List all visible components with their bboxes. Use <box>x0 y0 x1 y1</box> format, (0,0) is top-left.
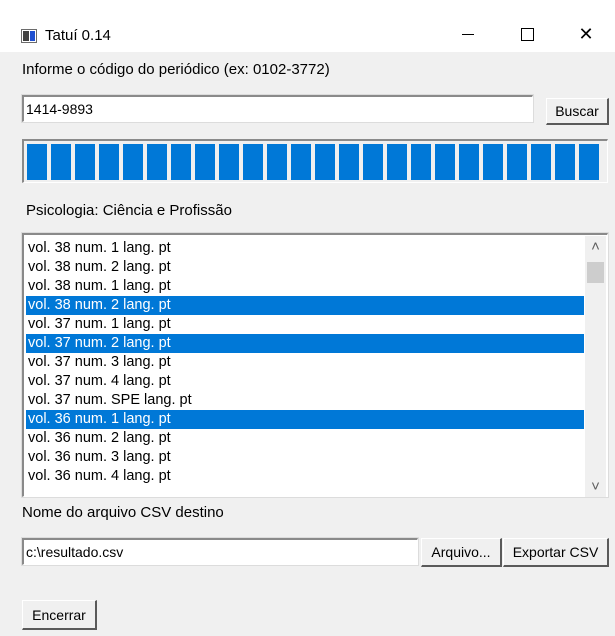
progress-segment <box>267 144 287 180</box>
csv-file-input[interactable]: c:\resultado.csv <box>22 538 418 565</box>
progress-segment <box>579 144 599 180</box>
minimize-icon <box>462 33 474 35</box>
progress-segment <box>243 144 263 180</box>
progress-segment <box>387 144 407 180</box>
maximize-button[interactable] <box>504 16 550 52</box>
progress-segment <box>195 144 215 180</box>
progress-segment <box>27 144 47 180</box>
progress-segment <box>75 144 95 180</box>
app-icon <box>21 29 37 43</box>
maximize-icon <box>520 27 534 41</box>
progress-segment <box>123 144 143 180</box>
progress-segment <box>291 144 311 180</box>
list-item[interactable]: vol. 37 num. 2 lang. pt <box>26 334 584 353</box>
minimize-button[interactable] <box>445 16 491 52</box>
progress-segment <box>411 144 431 180</box>
progress-segment <box>99 144 119 180</box>
progress-segment <box>363 144 383 180</box>
progress-segment <box>171 144 191 180</box>
scroll-up-button[interactable]: ˄ <box>585 238 606 255</box>
list-item[interactable]: vol. 37 num. SPE lang. pt <box>26 391 584 410</box>
list-item[interactable]: vol. 36 num. 1 lang. pt <box>26 410 584 429</box>
scroll-thumb[interactable] <box>587 262 604 283</box>
list-item[interactable]: vol. 36 num. 2 lang. pt <box>26 429 584 448</box>
progress-segment <box>219 144 239 180</box>
progress-segment <box>483 144 503 180</box>
list-item[interactable]: vol. 36 num. 4 lang. pt <box>26 467 584 486</box>
progress-segment <box>435 144 455 180</box>
code-prompt-label: Informe o código do periódico (ex: 0102-… <box>22 61 330 78</box>
progress-bar <box>22 139 608 183</box>
list-item[interactable]: vol. 37 num. 3 lang. pt <box>26 353 584 372</box>
list-item[interactable]: vol. 37 num. 4 lang. pt <box>26 372 584 391</box>
csv-prompt-label: Nome do arquivo CSV destino <box>22 504 224 521</box>
chevron-up-icon: ˄ <box>591 238 600 255</box>
progress-segment <box>339 144 359 180</box>
exit-button[interactable]: Encerrar <box>22 600 97 630</box>
progress-segment <box>531 144 551 180</box>
list-item[interactable]: vol. 38 num. 2 lang. pt <box>26 296 584 315</box>
list-item[interactable]: vol. 37 num. 1 lang. pt <box>26 315 584 334</box>
export-csv-button[interactable]: Exportar CSV <box>503 538 609 567</box>
chevron-down-icon: ˅ <box>591 478 600 495</box>
list-item[interactable]: vol. 38 num. 2 lang. pt <box>26 258 584 277</box>
progress-segment <box>147 144 167 180</box>
window-title: Tatuí 0.14 <box>45 27 111 44</box>
progress-segment <box>51 144 71 180</box>
close-button[interactable]: ✕ <box>563 16 609 52</box>
list-item[interactable]: vol. 38 num. 1 lang. pt <box>26 277 584 296</box>
progress-segment <box>315 144 335 180</box>
title-bar: Tatuí 0.14 ✕ <box>0 0 615 52</box>
progress-segment <box>459 144 479 180</box>
scroll-down-button[interactable]: ˅ <box>585 478 606 495</box>
journal-code-input[interactable]: 1414-9893 <box>22 95 533 122</box>
journal-name: Psicologia: Ciência e Profissão <box>26 202 232 219</box>
search-button[interactable]: Buscar <box>546 98 609 125</box>
close-icon: ✕ <box>578 23 594 45</box>
progress-segment <box>507 144 527 180</box>
choose-file-button[interactable]: Arquivo... <box>421 538 502 567</box>
issues-listbox[interactable]: vol. 38 num. 1 lang. pt vol. 38 num. 2 la… <box>22 233 608 497</box>
list-item[interactable]: vol. 36 num. 3 lang. pt <box>26 448 584 467</box>
issues-list[interactable]: vol. 38 num. 1 lang. pt vol. 38 num. 2 la… <box>26 239 584 495</box>
progress-segment <box>555 144 575 180</box>
list-item[interactable]: vol. 38 num. 1 lang. pt <box>26 239 584 258</box>
vertical-scrollbar[interactable]: ˄ ˅ <box>585 236 606 497</box>
